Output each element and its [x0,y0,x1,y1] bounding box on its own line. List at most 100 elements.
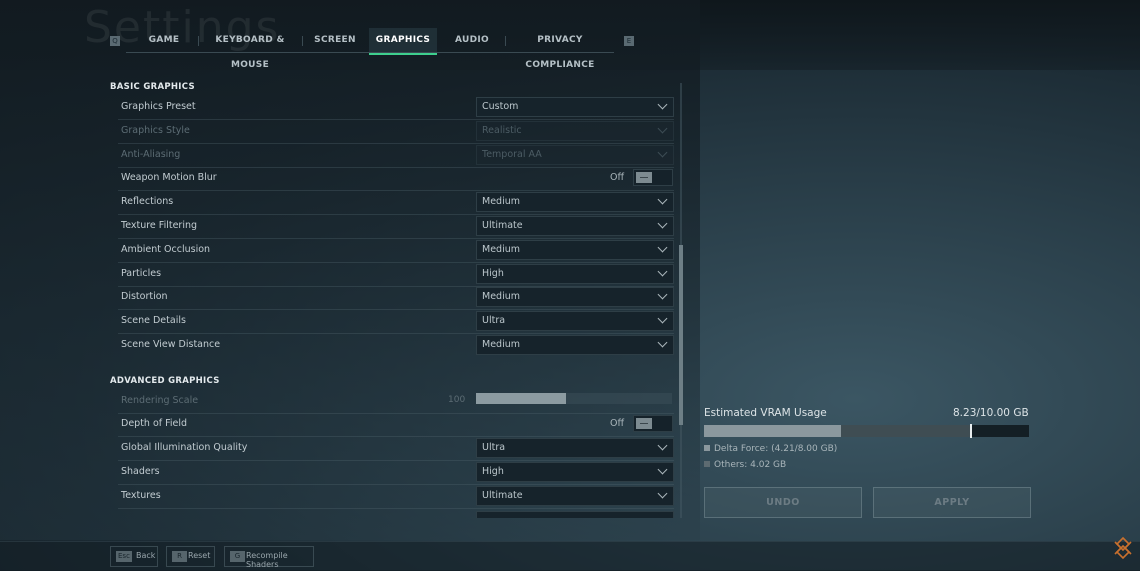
vram-others-segment [840,425,972,437]
section-title-advanced-graphics: ADVANCED GRAPHICS [110,376,220,386]
vram-legend-others: Others: 4.02 GB [704,460,786,470]
vram-limit-marker [970,424,973,438]
tab-prev-key-hint: Q [110,36,120,46]
setting-row-scene-view-distance: Scene View Distance Medium [118,334,674,357]
dropdown-value: Medium [482,339,520,350]
chevron-down-icon [657,242,668,253]
setting-row-weapon-motion-blur: Weapon Motion Blur Off [118,167,674,191]
setting-label: Reflections [121,196,174,207]
setting-label: Weapon Motion Blur [121,172,217,183]
setting-row-particles: Particles High [118,263,674,287]
tab-game[interactable]: GAME [140,28,188,53]
vram-usage-bar [704,424,1029,438]
weapon-motion-blur-toggle[interactable] [633,169,673,186]
tab-audio[interactable]: AUDIO [448,28,496,53]
setting-label: Global Illumination Quality [121,442,248,453]
legend-swatch [704,461,710,467]
graphics-preset-dropdown[interactable]: Custom [476,97,674,117]
setting-label: Particles [121,268,162,279]
chevron-down-icon [657,99,668,110]
vram-usage-total: 8.23/10.00 GB [953,407,1029,419]
toggle-state-text: Off [610,172,625,183]
scene-view-distance-dropdown[interactable]: Medium [476,335,674,355]
toggle-state-text: Off [610,418,625,429]
back-button[interactable]: Esc Back [110,546,158,567]
setting-row-depth-of-field: Depth of Field Off [118,413,674,437]
reset-button[interactable]: R Reset [166,546,215,567]
dropdown-value: Realistic [482,125,522,136]
slider-value: 100 [448,395,466,405]
chevron-down-icon [657,289,668,300]
texture-filtering-dropdown[interactable]: Ultimate [476,216,674,236]
setting-label: Texture Filtering [121,220,198,231]
game-logo-icon [1114,536,1132,560]
chevron-down-icon [657,194,668,205]
chevron-down-icon [657,337,668,348]
tab-keyboard-mouse[interactable]: KEYBOARD & MOUSE [202,28,298,70]
setting-row-anti-aliasing: Anti-Aliasing Temporal AA [118,144,674,168]
tab-next-key-hint: E [624,36,634,46]
chevron-down-icon [657,464,668,475]
setting-label: Graphics Preset [121,101,196,112]
settings-scrollbar-thumb[interactable] [679,245,683,425]
chevron-down-icon [657,147,668,158]
dropdown-value: Ultimate [482,490,523,501]
dropdown-value: High [482,466,504,477]
chevron-down-icon [657,488,668,499]
anti-aliasing-dropdown: Temporal AA [476,145,674,165]
chevron-down-icon [657,313,668,324]
key-hint: G [230,551,245,562]
footer-label: Back [136,551,156,560]
tab-screen[interactable]: SCREEN [308,28,362,53]
toggle-knob [636,172,652,183]
setting-row-reflections: Reflections Medium [118,191,674,215]
scene-details-dropdown[interactable]: Ultra [476,311,674,331]
setting-row-rendering-scale: Rendering Scale 100 [118,390,674,414]
footer-label: Recompile Shaders [246,551,288,569]
key-hint: Esc [116,551,132,562]
vram-usage-title: Estimated VRAM Usage [704,407,827,419]
shaders-dropdown[interactable]: High [476,462,674,482]
setting-row-global-illumination-quality: Global Illumination Quality Ultra [118,437,674,461]
legend-text: Delta Force: (4.21/8.00 GB) [714,444,838,454]
recompile-shaders-button[interactable]: G Recompile Shaders [224,546,314,569]
footer-label: Reset [188,551,211,560]
setting-label: Ambient Occlusion [121,244,211,255]
setting-label: Scene View Distance [121,339,221,350]
particles-dropdown[interactable]: High [476,264,674,284]
setting-label: Textures [121,490,161,501]
dropdown-value: Medium [482,244,520,255]
distortion-dropdown[interactable]: Medium [476,287,674,307]
tab-underline [126,52,614,53]
chevron-down-icon [657,266,668,277]
tab-separator [302,36,303,46]
slider-fill [476,393,567,404]
depth-of-field-toggle[interactable] [633,415,673,432]
partially-hidden-dropdown[interactable] [476,511,674,518]
tab-graphics[interactable]: GRAPHICS [369,28,437,55]
setting-label: Distortion [121,291,168,302]
setting-row-texture-filtering: Texture Filtering Ultimate [118,215,674,239]
dropdown-value: Medium [482,291,520,302]
dropdown-value: Temporal AA [482,149,542,160]
dropdown-value: Ultra [482,442,506,453]
key-hint: R [172,551,187,562]
ambient-occlusion-dropdown[interactable]: Medium [476,240,674,260]
tab-privacy-compliance[interactable]: PRIVACY COMPLIANCE [510,28,610,70]
chevron-down-icon [657,123,668,134]
vram-game-segment [704,425,841,437]
reflections-dropdown[interactable]: Medium [476,192,674,212]
graphics-style-dropdown: Realistic [476,121,674,141]
setting-label: Rendering Scale [121,395,199,406]
apply-button[interactable]: APPLY [873,487,1031,518]
tab-separator [505,36,506,46]
textures-dropdown[interactable]: Ultimate [476,486,674,506]
vram-legend-game: Delta Force: (4.21/8.00 GB) [704,444,837,454]
tab-separator [198,36,199,46]
rendering-scale-slider [476,393,672,404]
undo-button[interactable]: UNDO [704,487,862,518]
setting-row-graphics-preset: Graphics Preset Custom [118,96,674,120]
global-illumination-dropdown[interactable]: Ultra [476,438,674,458]
setting-row-shaders: Shaders High [118,461,674,485]
setting-label: Depth of Field [121,418,188,429]
